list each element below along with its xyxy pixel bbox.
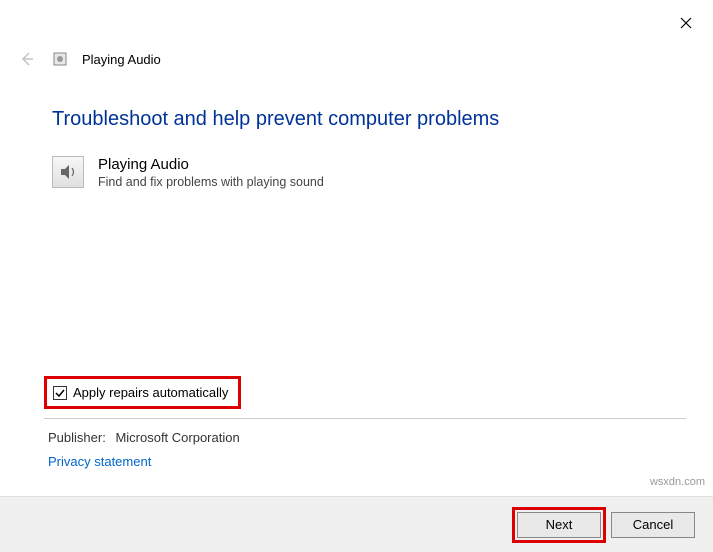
publisher-label: Publisher: [48,430,106,445]
divider [44,418,686,419]
window-title: Playing Audio [82,52,161,67]
next-button[interactable]: Next [517,512,601,538]
header-row: Playing Audio [16,48,161,70]
arrow-left-icon [19,51,35,67]
close-icon [680,17,692,29]
watermark: wsxdn.com [650,476,705,488]
close-button[interactable] [677,14,695,32]
checkmark-icon [55,388,65,398]
item-title: Playing Audio [98,156,324,173]
speaker-icon [52,156,84,188]
back-button [16,48,38,70]
item-description: Find and fix problems with playing sound [98,175,324,189]
cancel-button[interactable]: Cancel [611,512,695,538]
troubleshooter-item: Playing Audio Find and fix problems with… [52,156,324,189]
publisher-info: Publisher: Microsoft Corporation [48,430,240,445]
apply-repairs-label: Apply repairs automatically [73,385,228,400]
page-heading: Troubleshoot and help prevent computer p… [52,108,499,131]
footer: Next Cancel [0,496,713,552]
troubleshooter-icon [52,51,68,67]
apply-repairs-checkbox-row[interactable]: Apply repairs automatically [44,376,241,409]
publisher-value: Microsoft Corporation [115,430,239,445]
apply-repairs-checkbox[interactable] [53,386,67,400]
privacy-statement-link[interactable]: Privacy statement [48,454,151,469]
